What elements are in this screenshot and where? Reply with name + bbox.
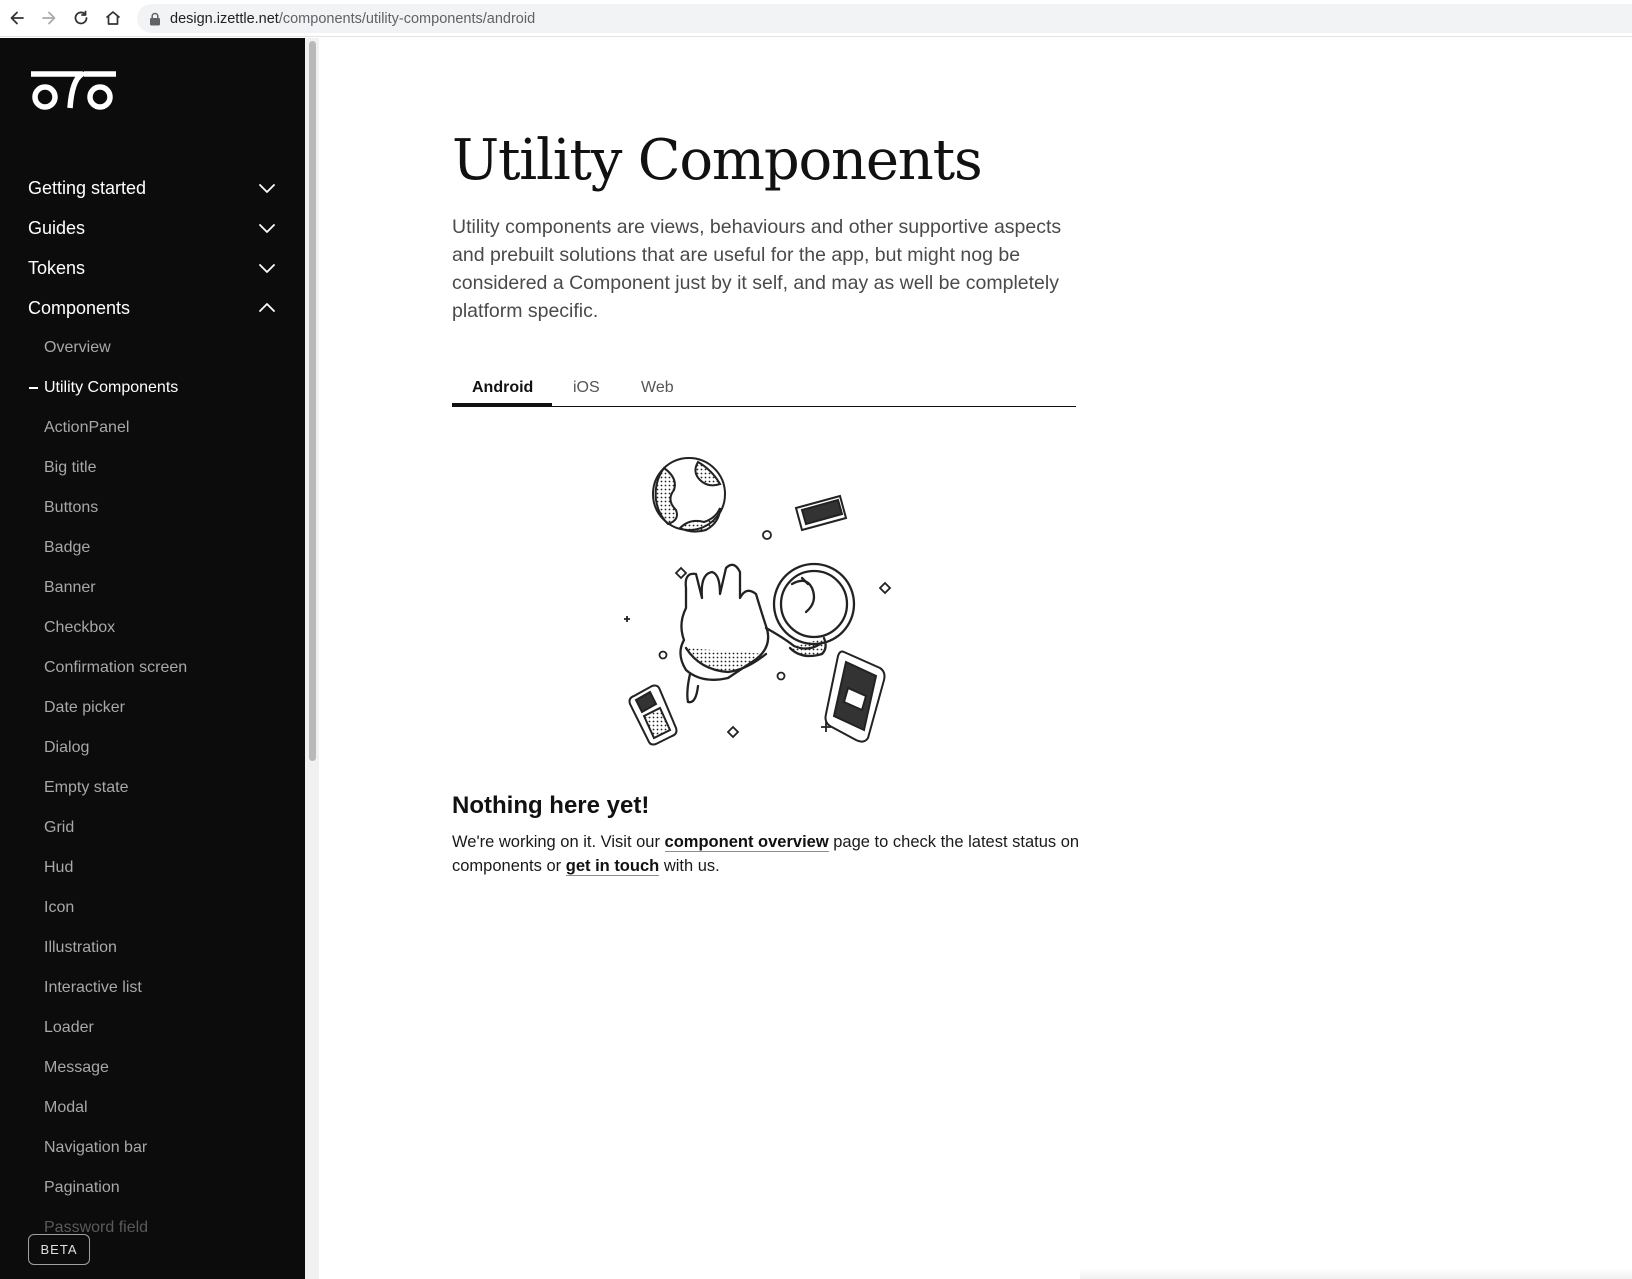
sidebar-item-loader[interactable]: Loader	[44, 1008, 94, 1048]
sidebar-item-guides[interactable]: Guides	[28, 208, 276, 248]
sidebar-item-buttons[interactable]: Buttons	[44, 488, 98, 528]
sidebar-item-icon[interactable]: Icon	[44, 888, 74, 928]
home-icon[interactable]	[101, 6, 125, 30]
sidebar-item-label: Components	[28, 297, 131, 318]
tablet-illustration	[824, 650, 886, 743]
url-text: design.izettle.net/components/utility-co…	[170, 10, 536, 27]
sidebar: Getting started Guides Tokens Components Ov…	[0, 38, 305, 1279]
sidebar-item-getting-started[interactable]: Getting started	[28, 168, 276, 208]
sidebar-item-pagination[interactable]: Pagination	[44, 1168, 120, 1208]
address-bar[interactable]: design.izettle.net/components/utility-co…	[137, 4, 1632, 33]
hand-helmet-illustration	[679, 562, 856, 704]
sidebar-item-date-picker[interactable]: Date picker	[44, 688, 125, 728]
sidebar-item-interactive-list[interactable]: Interactive list	[44, 968, 142, 1008]
empty-state-title: Nothing here yet!	[452, 792, 650, 819]
tab-android[interactable]: Android	[472, 368, 533, 407]
sidebar-item-badge[interactable]: Badge	[44, 528, 90, 568]
empty-state-illustration	[616, 448, 916, 748]
sidebar-item-utility-components[interactable]: Utility Components	[44, 368, 178, 408]
platform-tabs: Android iOS Web	[452, 368, 1076, 407]
sidebar-item-label: Getting started	[28, 177, 147, 198]
sidebar-item-empty-state[interactable]: Empty state	[44, 768, 128, 808]
beta-badge[interactable]: BETA	[28, 1234, 90, 1265]
sidebar-item-modal[interactable]: Modal	[44, 1088, 88, 1128]
tab-ios[interactable]: iOS	[573, 368, 600, 407]
sidebar-item-dialog[interactable]: Dialog	[44, 728, 89, 768]
active-tab-indicator	[452, 403, 552, 406]
chevron-down-icon	[258, 182, 276, 194]
forward-icon[interactable]	[37, 6, 61, 30]
chevron-down-icon	[258, 222, 276, 234]
sidebar-item-big-title[interactable]: Big title	[44, 448, 96, 488]
sidebar-item-message[interactable]: Message	[44, 1048, 109, 1088]
back-icon[interactable]	[5, 6, 29, 30]
globe-illustration	[652, 457, 726, 533]
component-overview-link[interactable]: component overview	[664, 833, 829, 852]
calculator-illustration	[628, 684, 678, 746]
tab-web[interactable]: Web	[641, 368, 674, 407]
chevron-down-icon	[258, 262, 276, 274]
sidebar-item-overview[interactable]: Overview	[44, 328, 111, 368]
sidebar-item-banner[interactable]: Banner	[44, 568, 96, 608]
sidebar-scrollbar[interactable]	[309, 41, 316, 761]
sidebar-item-confirmation-screen[interactable]: Confirmation screen	[44, 648, 187, 688]
brand-logo[interactable]	[28, 70, 118, 112]
sidebar-item-hud[interactable]: Hud	[44, 848, 73, 888]
phone-illustration	[794, 494, 848, 532]
sidebar-item-label: Tokens	[28, 257, 86, 278]
sidebar-item-components[interactable]: Components	[28, 288, 276, 328]
active-item-indicator	[29, 387, 38, 389]
chevron-up-icon	[258, 302, 276, 314]
sidebar-item-actionpanel[interactable]: ActionPanel	[44, 408, 129, 448]
page-intro: Utility components are views, behaviours…	[452, 216, 1062, 322]
reload-icon[interactable]	[69, 6, 93, 30]
sidebar-item-checkbox[interactable]: Checkbox	[44, 608, 115, 648]
get-in-touch-link[interactable]: get in touch	[565, 857, 660, 876]
page-bottom-shadow	[1080, 1268, 1632, 1279]
lock-icon	[149, 12, 161, 26]
sidebar-item-navigation-bar[interactable]: Navigation bar	[44, 1128, 147, 1168]
page-title: Utility Components	[452, 128, 983, 193]
sidebar-item-grid[interactable]: Grid	[44, 808, 74, 848]
sidebar-item-tokens[interactable]: Tokens	[28, 248, 276, 288]
empty-state-text: We're working on it. Visit our component…	[452, 833, 1080, 876]
sidebar-item-illustration[interactable]: Illustration	[44, 928, 117, 968]
browser-toolbar: design.izettle.net/components/utility-co…	[0, 0, 1632, 37]
sidebar-item-label: Guides	[28, 217, 86, 238]
